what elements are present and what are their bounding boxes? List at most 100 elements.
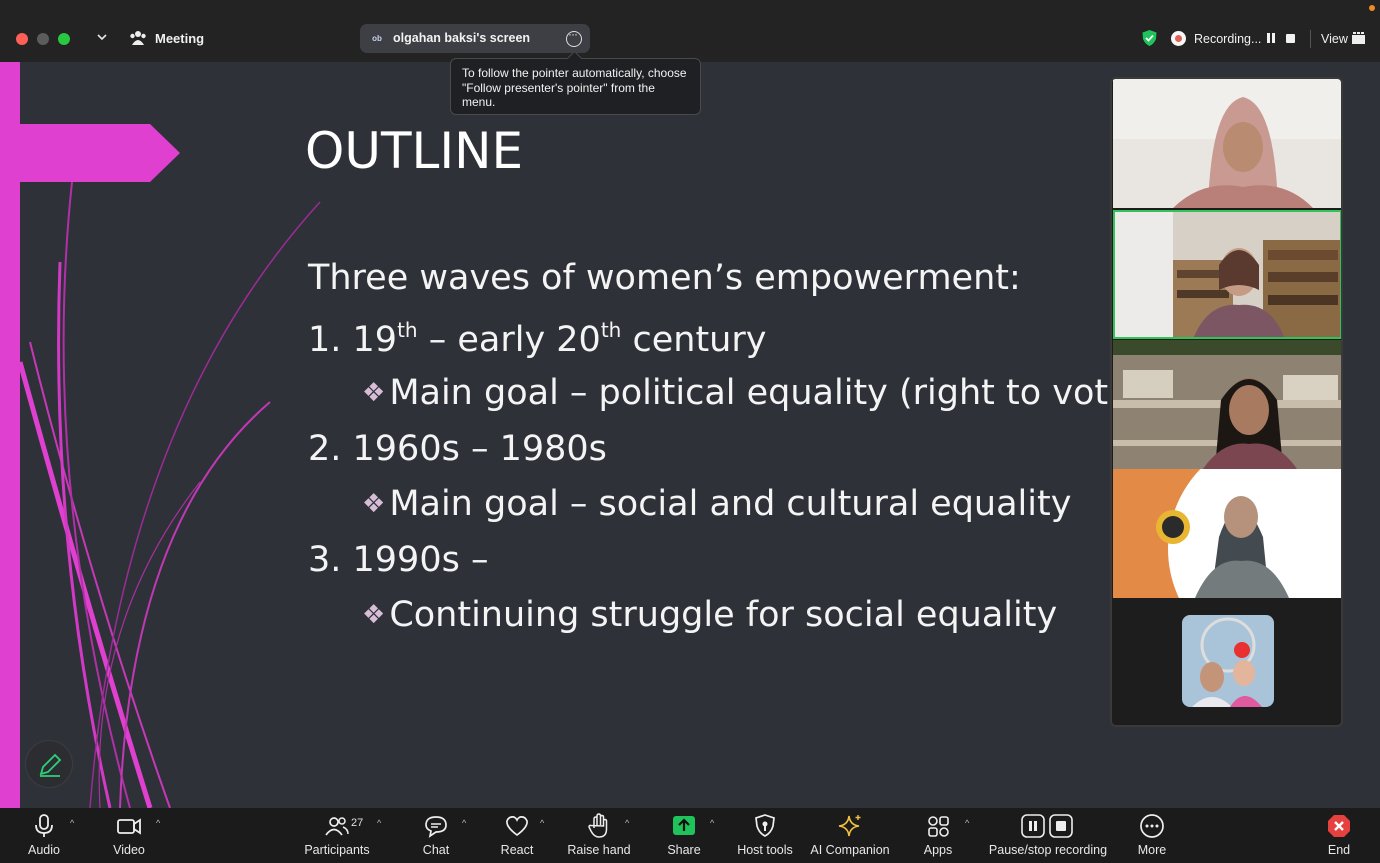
participant-video [1113,79,1341,208]
end-button[interactable]: End [1317,808,1361,863]
react-options-caret[interactable]: ^ [540,818,544,828]
host-tools-button[interactable]: Host tools [732,808,798,863]
stop-icon[interactable] [1286,34,1295,43]
end-x-icon [1328,815,1350,837]
wave-1-prefix: 1. 19 [308,320,398,360]
pencil-icon [39,753,62,777]
pause-stop-recording-button[interactable]: Pause/stop recording [986,808,1110,863]
participant-video [1113,340,1341,469]
participant-video [1113,469,1341,598]
video-options-caret[interactable]: ^ [156,818,160,828]
participants-label: Participants [304,843,370,857]
pause-icon[interactable] [1266,33,1276,43]
shield-icon[interactable] [1141,29,1158,47]
chat-options-caret[interactable]: ^ [462,818,466,828]
react-button[interactable]: React [493,808,541,863]
more-button[interactable]: More [1130,808,1174,863]
wave-1-line: 1. 19th – early 20th century [308,318,766,360]
participant-video-tile[interactable] [1113,469,1341,598]
chat-icon [425,816,447,838]
close-window-button[interactable] [16,33,28,45]
view-grid-icon[interactable] [1352,32,1365,44]
wave-1-goal-text: Main goal – political equality (right to… [389,373,1144,413]
participants-options-caret[interactable]: ^ [377,818,381,828]
host-tools-label: Host tools [737,843,793,857]
notification-dot [1369,5,1375,11]
apps-options-caret[interactable]: ^ [965,818,969,828]
apps-label: Apps [923,843,953,857]
participants-icon [325,817,349,836]
meeting-label[interactable]: Meeting [155,31,204,46]
participant-video-tile-small[interactable] [1182,615,1274,707]
slide-heading: Three waves of women’s empowerment: [308,258,1021,298]
more-dots-icon [1140,814,1164,838]
video-label: Video [113,843,145,857]
view-menu-button[interactable]: View [1321,32,1348,46]
chat-button[interactable]: Chat [411,808,461,863]
active-speaker-tile[interactable] [1113,210,1341,339]
annotate-button[interactable] [25,740,73,788]
wave-3-goal-text: Continuing struggle for social equality [389,595,1058,635]
recording-label: Recording... [1194,32,1262,46]
pause-recording-icon [1021,814,1073,838]
more-label: More [1137,843,1167,857]
participants-count: 27 [351,817,364,829]
share-button[interactable]: Share [659,808,709,863]
camera-icon [117,818,141,835]
wave-1-sup-1: th [397,318,418,342]
participant-video [1182,615,1274,707]
wave-1-sup-2: th [600,318,622,342]
share-options-caret[interactable]: ^ [710,818,714,828]
participant-video-tile[interactable] [1113,79,1341,208]
chevron-down-icon[interactable] [95,30,109,44]
zoom-window-button[interactable] [58,33,70,45]
chat-label: Chat [422,843,450,857]
raise-hand-options-caret[interactable]: ^ [625,818,629,828]
audio-options-caret[interactable]: ^ [70,818,74,828]
share-arrow-icon [673,816,695,835]
audio-label: Audio [28,843,60,857]
hand-icon [588,813,608,838]
sharer-avatar: ob [372,34,382,43]
raise-hand-button[interactable]: Raise hand [564,808,634,863]
slide-title: OUTLINE [305,122,524,180]
wave-1-suffix: century [621,320,767,360]
wave-1-mid: – early 20 [417,320,601,360]
heart-icon [506,815,528,837]
divider [1310,30,1311,48]
title-bar: Meeting ob olgahan baksi's screen To fol… [0,0,1380,115]
react-label: React [500,843,534,857]
wave-1-goal: ❖ Main goal – political equality (right t… [362,373,1143,413]
share-label: Share [667,843,701,857]
meeting-icon [130,31,146,45]
bullet-icon: ❖ [362,600,386,630]
raise-hand-label: Raise hand [567,843,631,857]
ai-companion-button[interactable]: AI Companion [808,808,892,863]
sparkle-icon [838,815,861,837]
wave-2-line: 2. 1960s – 1980s [308,429,607,469]
more-options-icon[interactable] [566,27,582,47]
host-shield-icon [755,814,775,837]
minimize-window-button[interactable] [37,33,49,45]
apps-icon [928,816,949,837]
apps-button[interactable]: Apps [916,808,960,863]
wave-3-line: 3. 1990s – [308,540,489,580]
wave-2-goal: ❖ Main goal – social and cultural equalit… [362,484,1071,524]
slide-decoration [0,62,321,808]
participant-video-tile[interactable] [1113,340,1341,469]
shared-screen-label: olgahan baksi's screen [393,31,531,45]
shared-screen-pill[interactable]: ob olgahan baksi's screen [360,24,590,53]
video-gallery[interactable] [1110,77,1343,727]
stop-recording-icon [1056,821,1066,831]
follow-pointer-tooltip: To follow the pointer automatically, cho… [450,58,701,115]
end-label: End [1327,843,1351,857]
video-button[interactable]: Video [99,808,159,863]
audio-button[interactable]: Audio [14,808,74,863]
ai-companion-label: AI Companion [810,843,890,857]
meeting-toolbar: Audio ^ Video ^ Participants 27 ^ Chat ^… [0,808,1380,863]
microphone-icon [35,814,53,837]
recording-icon [1171,31,1186,46]
participant-video [1113,210,1341,339]
pause-stop-recording-label: Pause/stop recording [988,843,1108,857]
bullet-icon: ❖ [362,489,386,519]
